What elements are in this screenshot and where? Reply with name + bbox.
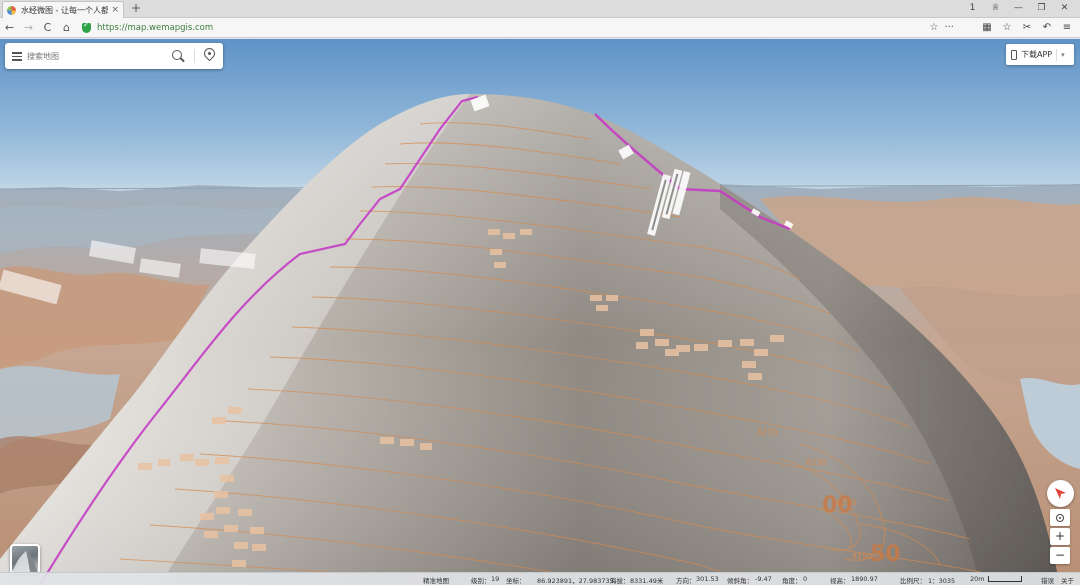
new-tab-button[interactable]: +: [129, 1, 143, 16]
contour-label: 8270: [757, 428, 777, 437]
pitch-label: 倾斜角：: [727, 577, 753, 585]
search-icon[interactable]: [172, 50, 182, 60]
about-link[interactable]: 关于: [1061, 575, 1074, 585]
contour-label: 8230: [806, 458, 826, 467]
location-pin-icon[interactable]: [201, 45, 218, 62]
coord-value: 86.923891，27.983735: [537, 577, 614, 585]
layer-switch-button[interactable]: [10, 544, 40, 574]
back-button[interactable]: ←: [0, 18, 19, 38]
zoom-in-button[interactable]: +: [1050, 528, 1070, 545]
contour-label-large: 00: [822, 493, 853, 518]
tab-close-icon[interactable]: ×: [111, 5, 119, 15]
browser-window: 水经微图 - 让每一个人都有... × + 1 ♕ — ❐ ✕ ← → C ⌂ …: [0, 0, 1080, 585]
chevron-down-icon[interactable]: ▾: [1061, 51, 1065, 59]
map-zoom-controls: + −: [1050, 509, 1070, 566]
url-text[interactable]: https://map.wemapgis.com: [97, 23, 213, 33]
favorites-icon[interactable]: ☆: [1000, 18, 1014, 38]
browser-tab[interactable]: 水经微图 - 让每一个人都有... ×: [2, 1, 124, 18]
address-bar[interactable]: https://map.wemapgis.com: [82, 20, 958, 36]
search-input[interactable]: [27, 46, 157, 66]
minimize-button[interactable]: —: [1007, 0, 1030, 17]
reload-button[interactable]: C: [38, 18, 57, 38]
favicon-icon: [7, 5, 16, 15]
coord-label: 坐标：: [506, 577, 526, 585]
divider: [1056, 48, 1058, 61]
heading-value: 301.53: [696, 575, 719, 583]
menu-icon[interactable]: ≡: [1060, 18, 1074, 38]
pitch-value: -9.47: [755, 575, 772, 583]
locate-icon: [1056, 514, 1064, 522]
mountain-thumbnail-icon: [12, 551, 38, 572]
download-app-label: 下载APP: [1021, 50, 1053, 59]
roll-value: 0: [803, 575, 808, 583]
hamburger-menu-icon[interactable]: [5, 43, 27, 69]
status-bar: 精准地图 级别： 19 坐标： 86.923891，27.983735 海拔： …: [0, 572, 1080, 585]
tab-title: 水经微图 - 让每一个人都有...: [21, 5, 109, 15]
scale-bar-label: 20m: [970, 575, 985, 583]
tab-count-icon[interactable]: 1: [961, 0, 984, 17]
product-label: 精准地图: [423, 577, 449, 585]
roll-label: 角度：: [782, 577, 802, 585]
compass-button[interactable]: [1047, 480, 1074, 507]
address-bar-actions: ☆ ···: [929, 18, 954, 38]
download-app-button[interactable]: 下载APP ▾: [1006, 44, 1074, 65]
map-search-box: [5, 43, 223, 69]
window-controls: 1 ♕ — ❐ ✕: [961, 0, 1076, 17]
home-button[interactable]: ⌂: [57, 18, 76, 38]
divider: [194, 49, 195, 63]
scale-bar: [988, 576, 1022, 582]
skin-icon[interactable]: ♕: [984, 0, 1007, 17]
undo-icon[interactable]: ↶: [1040, 18, 1054, 38]
bookmark-star-icon[interactable]: ☆: [929, 18, 938, 38]
close-button[interactable]: ✕: [1053, 0, 1076, 17]
level-value: 19: [491, 575, 500, 583]
locate-button[interactable]: [1050, 509, 1070, 526]
screenshot-icon[interactable]: ✂: [1020, 18, 1034, 38]
map-viewport[interactable]: 8270 8230 8210 8190 00 50 搜索地图 下载APP ▾ +…: [0, 39, 1080, 585]
contour-label-large: 50: [870, 542, 901, 567]
terrain-3d-view[interactable]: 8270 8230 8210 8190 00 50: [0, 39, 1080, 585]
altitude-label: 海拔：: [610, 577, 630, 585]
browser-toolbar: ▦ ☆ ✂ ↶ ≡: [980, 18, 1074, 38]
feedback-link[interactable]: 错误: [1041, 575, 1054, 585]
view-height-value: 1890.97: [851, 575, 878, 583]
scale-value: 1：3035: [928, 577, 956, 585]
compass-icon: [1055, 488, 1066, 499]
secure-shield-icon: [82, 20, 91, 33]
level-label: 级别：: [471, 577, 491, 585]
zoom-out-button[interactable]: −: [1050, 547, 1070, 564]
apps-icon[interactable]: ▦: [980, 18, 994, 38]
tab-bar: 水经微图 - 让每一个人都有... × + 1 ♕ — ❐ ✕: [0, 0, 1080, 18]
view-height-label: 视高：: [830, 577, 850, 585]
scale-label: 比例尺：: [900, 577, 926, 585]
more-icon[interactable]: ···: [944, 18, 954, 38]
heading-label: 方向：: [676, 577, 696, 585]
forward-button[interactable]: →: [19, 18, 38, 38]
altitude-value: 8331.49米: [630, 577, 664, 585]
phone-icon: [1011, 49, 1017, 60]
nav-bar: ← → C ⌂ https://map.wemapgis.com ☆ ··· ▦…: [0, 18, 1080, 38]
restore-button[interactable]: ❐: [1030, 0, 1053, 17]
